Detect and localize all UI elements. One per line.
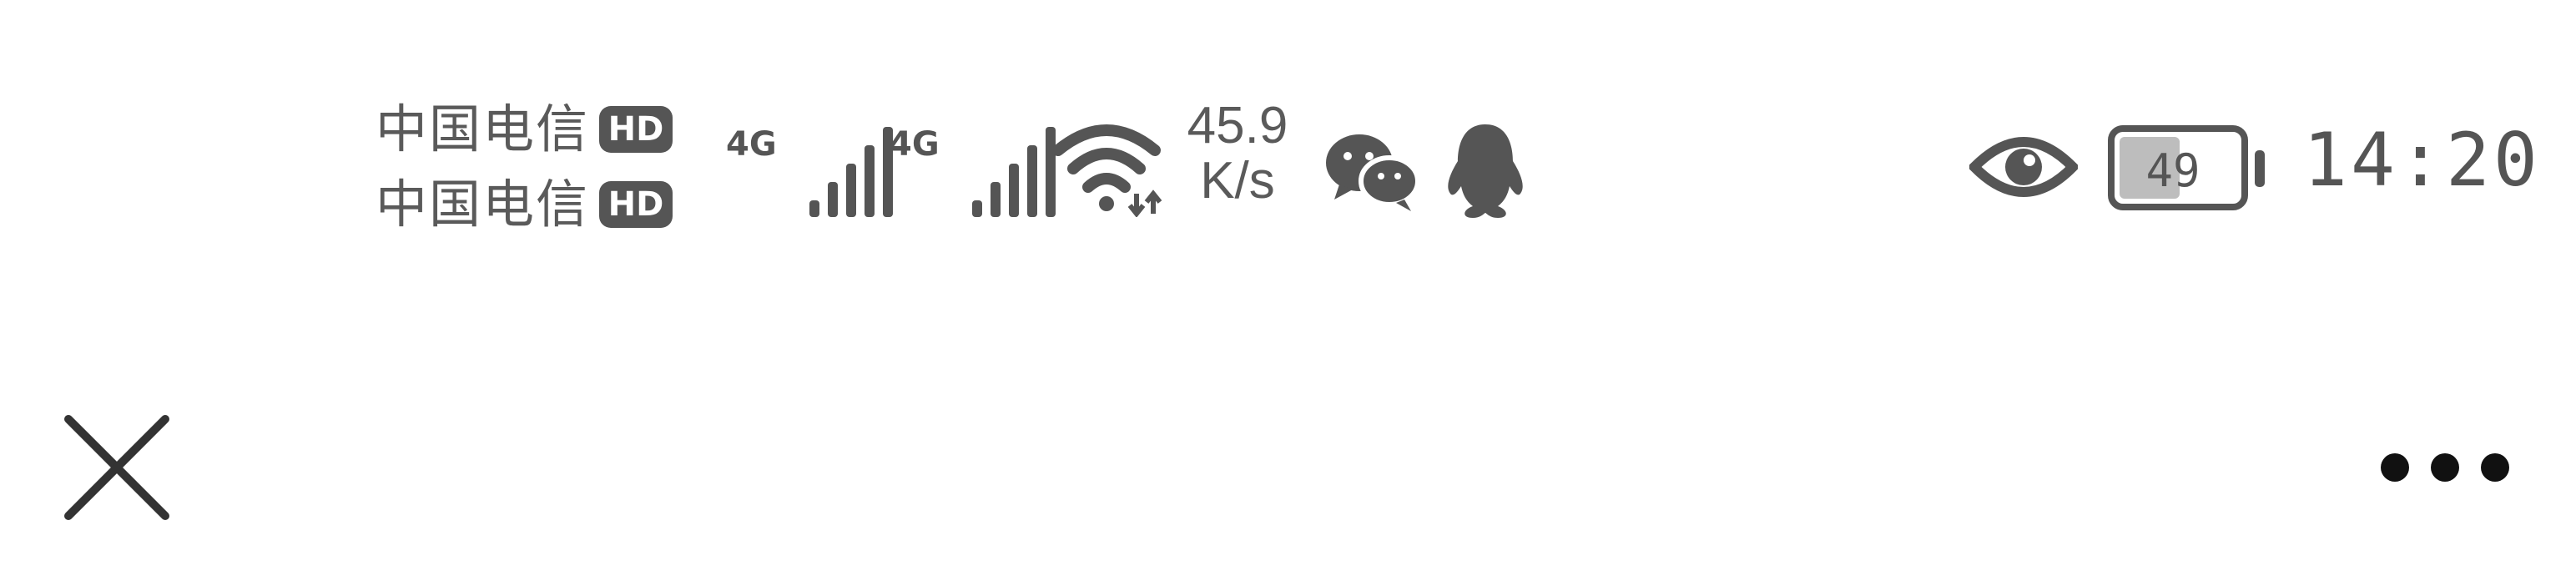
carrier-info: 中国电信 HD 中国电信 HD — [376, 92, 709, 242]
status-bar: 中国电信 HD 中国电信 HD 4G 4G 45.9 K/s 49 14:20 — [0, 0, 2576, 284]
hd-badge: HD — [599, 106, 673, 153]
signal-bars-icon — [809, 127, 893, 217]
action-bar — [0, 367, 2576, 520]
more-button[interactable] — [2362, 417, 2528, 518]
eye-icon — [1969, 137, 2078, 197]
signal-bars-icon — [972, 127, 1056, 217]
carrier-name: 中国电信 — [376, 99, 590, 159]
more-dots-icon — [2381, 453, 2509, 482]
carrier-row-1: 中国电信 HD — [376, 92, 709, 167]
network-speed-value: 45.9 — [1187, 97, 1288, 154]
battery-level: 49 — [2145, 144, 2200, 197]
carrier-name: 中国电信 — [376, 174, 590, 235]
hd-badge: HD — [599, 181, 673, 228]
network-speed: 45.9 K/s — [1175, 99, 1300, 208]
close-button[interactable] — [50, 401, 184, 534]
wifi-icon — [1053, 124, 1162, 217]
wechat-icon — [1326, 134, 1420, 211]
network-speed-unit: K/s — [1200, 151, 1275, 210]
close-icon — [64, 415, 169, 520]
carrier-row-2: 中国电信 HD — [376, 167, 709, 242]
clock: 14:20 — [2303, 117, 2541, 203]
qq-icon — [1448, 124, 1523, 218]
